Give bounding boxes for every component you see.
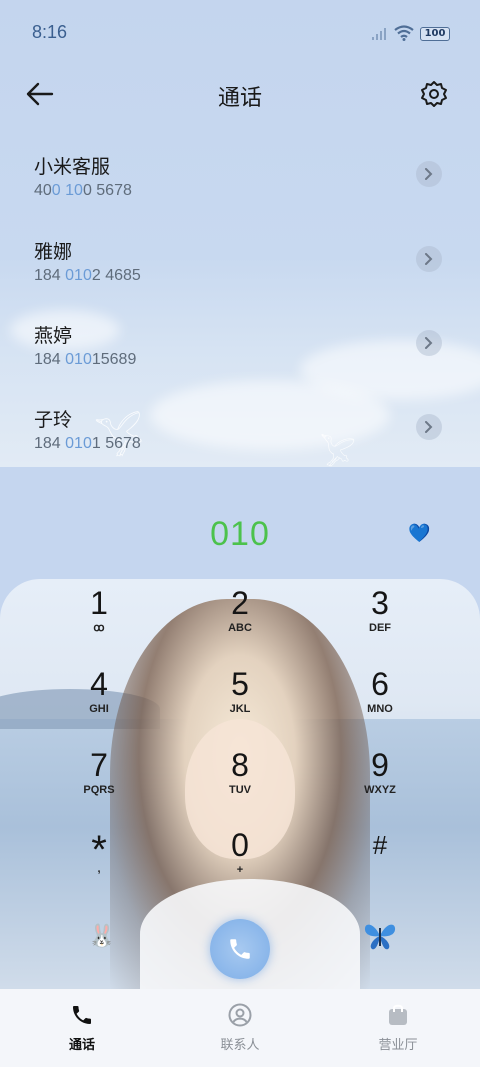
bunny-icon[interactable]: 🐰 [88,924,115,950]
key-9[interactable]: 9 WXYZ [330,747,430,817]
key-7[interactable]: 7 PQRS [49,747,149,817]
key-star[interactable]: * , [49,830,149,900]
heart-icon[interactable]: 💙 [408,524,430,544]
contact-name: 雅娜 [34,241,73,263]
contact-name: 子玲 [34,409,73,431]
shopping-bag-icon [389,1004,407,1025]
contact-number: 400 100 5678 [34,182,132,199]
contact-item[interactable]: 小米客服 400 100 5678 [0,152,480,232]
nav-label: 联系人 [220,1038,260,1053]
contact-detail-button[interactable] [416,161,442,187]
chevron-right-icon [425,168,433,180]
signal-icon [372,28,388,40]
key-2[interactable]: 2 ABC [190,585,290,655]
nav-tab-calls[interactable]: 通话 [22,989,142,1067]
contact-detail-button[interactable] [416,414,442,440]
chevron-right-icon [425,421,433,433]
battery-indicator: 100 [420,27,450,41]
contact-detail-button[interactable] [416,246,442,272]
butterfly-icon[interactable] [362,920,398,952]
call-button[interactable] [210,919,270,979]
settings-gear-icon[interactable] [420,80,448,108]
contact-detail-button[interactable] [416,330,442,356]
nav-label: 通话 [68,1038,95,1053]
chevron-right-icon [425,337,433,349]
key-5[interactable]: 5 JKL [190,666,290,736]
nav-tab-contacts[interactable]: 联系人 [180,989,300,1067]
contact-number: 184 0102 4685 [34,267,141,284]
chevron-right-icon [425,253,433,265]
voicemail-icon: ꝏ [93,622,105,634]
contact-item[interactable]: 雅娜 184 0102 4685 [0,237,480,317]
person-icon [228,1003,252,1027]
key-1[interactable]: 1 ꝏ [49,585,149,655]
nav-tab-service-hall[interactable]: 营业厅 [338,989,458,1067]
phone-icon [230,939,250,959]
key-8[interactable]: 8 TUV [190,747,290,817]
wifi-icon [394,25,414,41]
status-bar: 8:16 100 [0,0,480,66]
status-time: 8:16 [32,22,68,42]
key-0[interactable]: 0 + [190,827,290,897]
page-title: 通话 [217,86,262,111]
contact-name: 燕婷 [34,325,73,347]
phone-icon [73,1006,91,1024]
key-hash[interactable]: # [330,827,430,897]
contact-item[interactable]: 燕婷 184 01015689 [0,321,480,401]
bottom-nav: 通话 联系人 营业厅 [0,989,480,1067]
contact-name: 小米客服 [34,156,111,178]
contact-number: 184 0101 5678 [34,435,141,452]
key-3[interactable]: 3 DEF [330,585,430,655]
key-4[interactable]: 4 GHI [49,666,149,736]
key-6[interactable]: 6 MNO [330,666,430,736]
contact-number: 184 01015689 [34,351,137,368]
nav-label: 营业厅 [378,1038,418,1053]
